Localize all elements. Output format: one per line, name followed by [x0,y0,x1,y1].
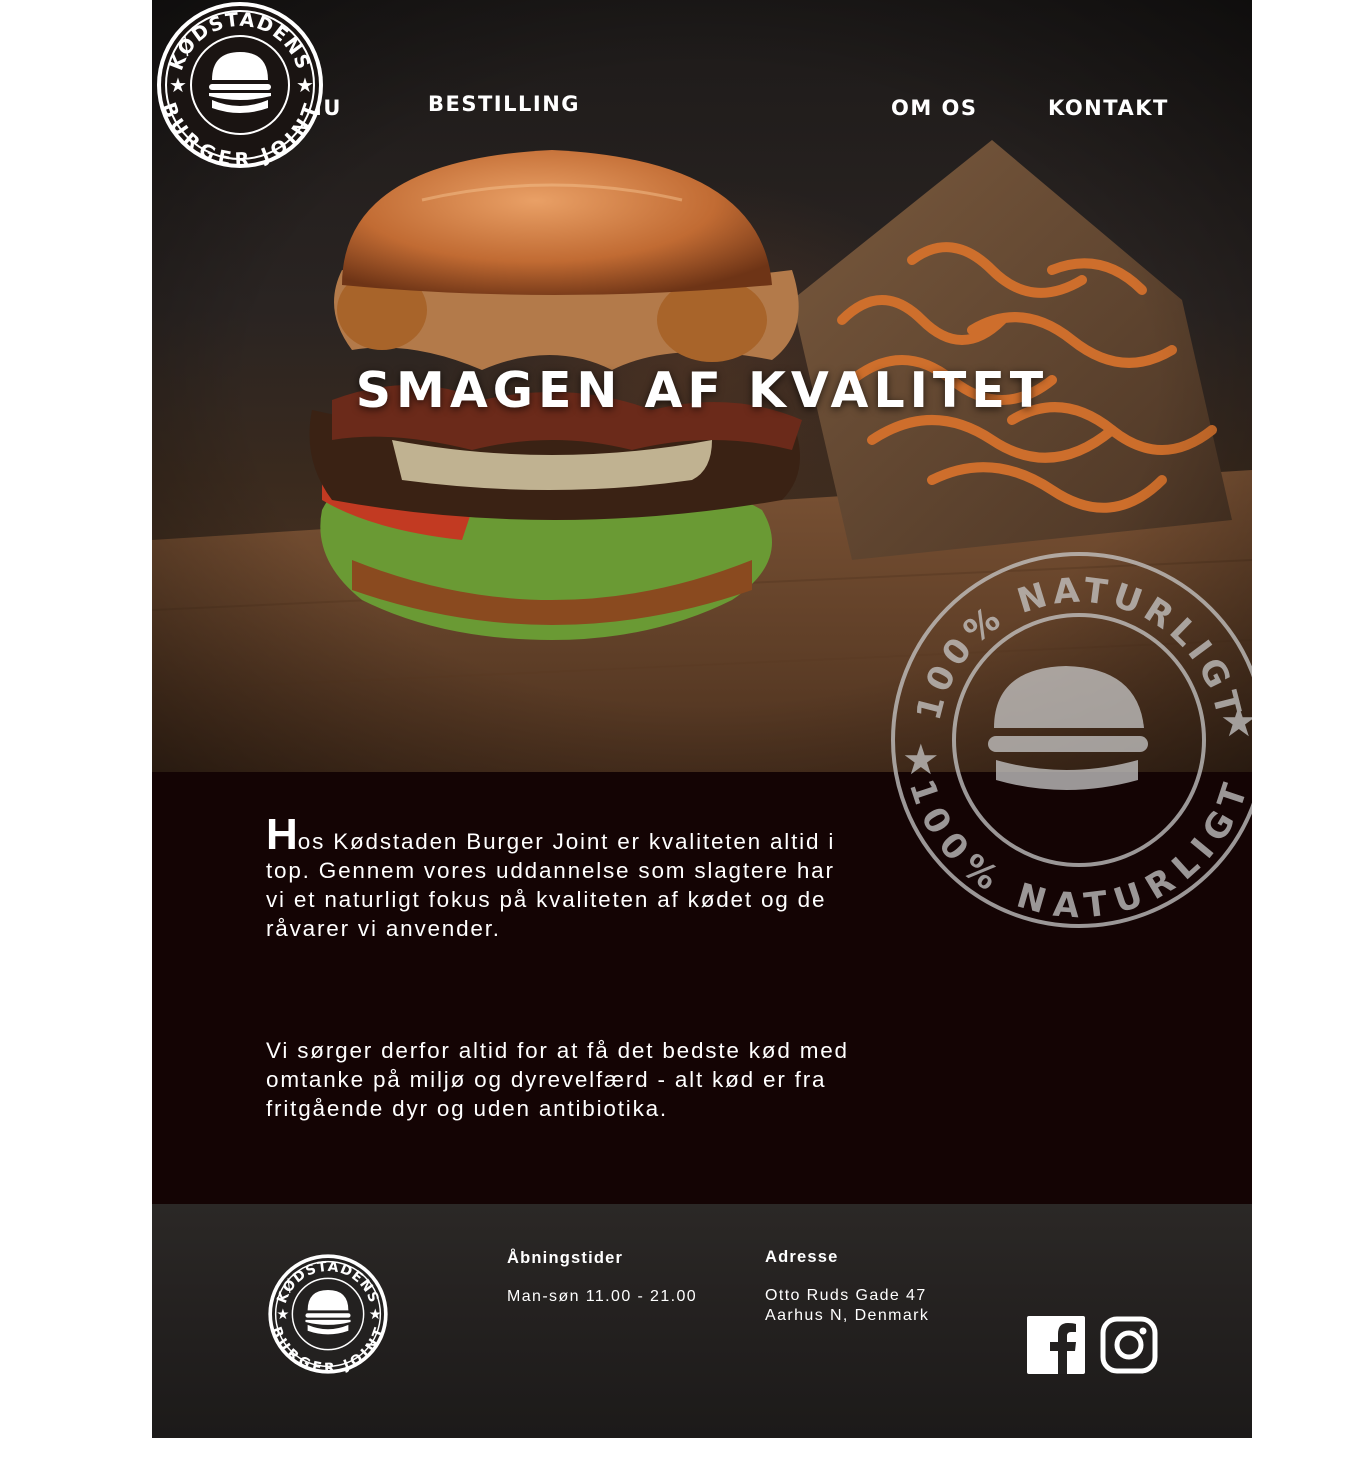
address-line-1: Otto Ruds Gade 47 [765,1287,927,1304]
logo[interactable]: KØDSTADENS BURGER JOINT ★ ★ [152,0,328,170]
nav-bestilling[interactable]: Bestilling [428,92,580,116]
facebook-icon[interactable] [1027,1316,1085,1374]
address-heading: Adresse [765,1248,839,1266]
opening-hours-heading: Åbningstider [507,1249,624,1267]
instagram-icon[interactable] [1100,1316,1158,1374]
about-paragraph-1: Hos Kødstaden Burger Joint er kvaliteten… [266,813,856,943]
svg-text:100% NATURLIGT: 100% NATURLIGT [901,774,1252,926]
drop-cap: H [266,810,298,859]
star-icon: ★ [169,73,187,97]
star-icon: ★ [369,1307,382,1323]
nav-kontakt[interactable]: Kontakt [1048,96,1169,120]
about-paragraph-1-text: os Kødstaden Burger Joint er kvaliteten … [266,829,836,941]
page: Menu Bestilling Om os Kontakt KØDSTADENS… [152,0,1252,1438]
address-line-2: Aarhus N, Denmark [765,1307,930,1324]
star-icon: ★ [296,73,314,97]
opening-hours-text: Man-søn 11.00 - 21.00 [507,1288,698,1305]
badge-text-bottom: 100% NATURLIGT [901,774,1252,926]
hero-title: Smagen af kvalitet [355,362,1049,419]
footer: KØDSTADENS BURGER JOINT ★ ★ Åbningstider… [152,1204,1252,1438]
burger-icon [988,666,1148,790]
star-icon: ★ [276,1307,289,1323]
natural-badge: 100% NATURLIGT 100% NATURLIGT ★ ★ [891,552,1252,928]
footer-logo[interactable]: KØDSTADENS BURGER JOINT ★ ★ [264,1250,392,1378]
about-paragraph-2: Vi sørger derfor altid for at få det bed… [266,1038,849,1121]
star-icon: ★ [902,735,940,784]
nav-om-os[interactable]: Om os [891,96,978,120]
star-icon: ★ [1220,697,1252,746]
